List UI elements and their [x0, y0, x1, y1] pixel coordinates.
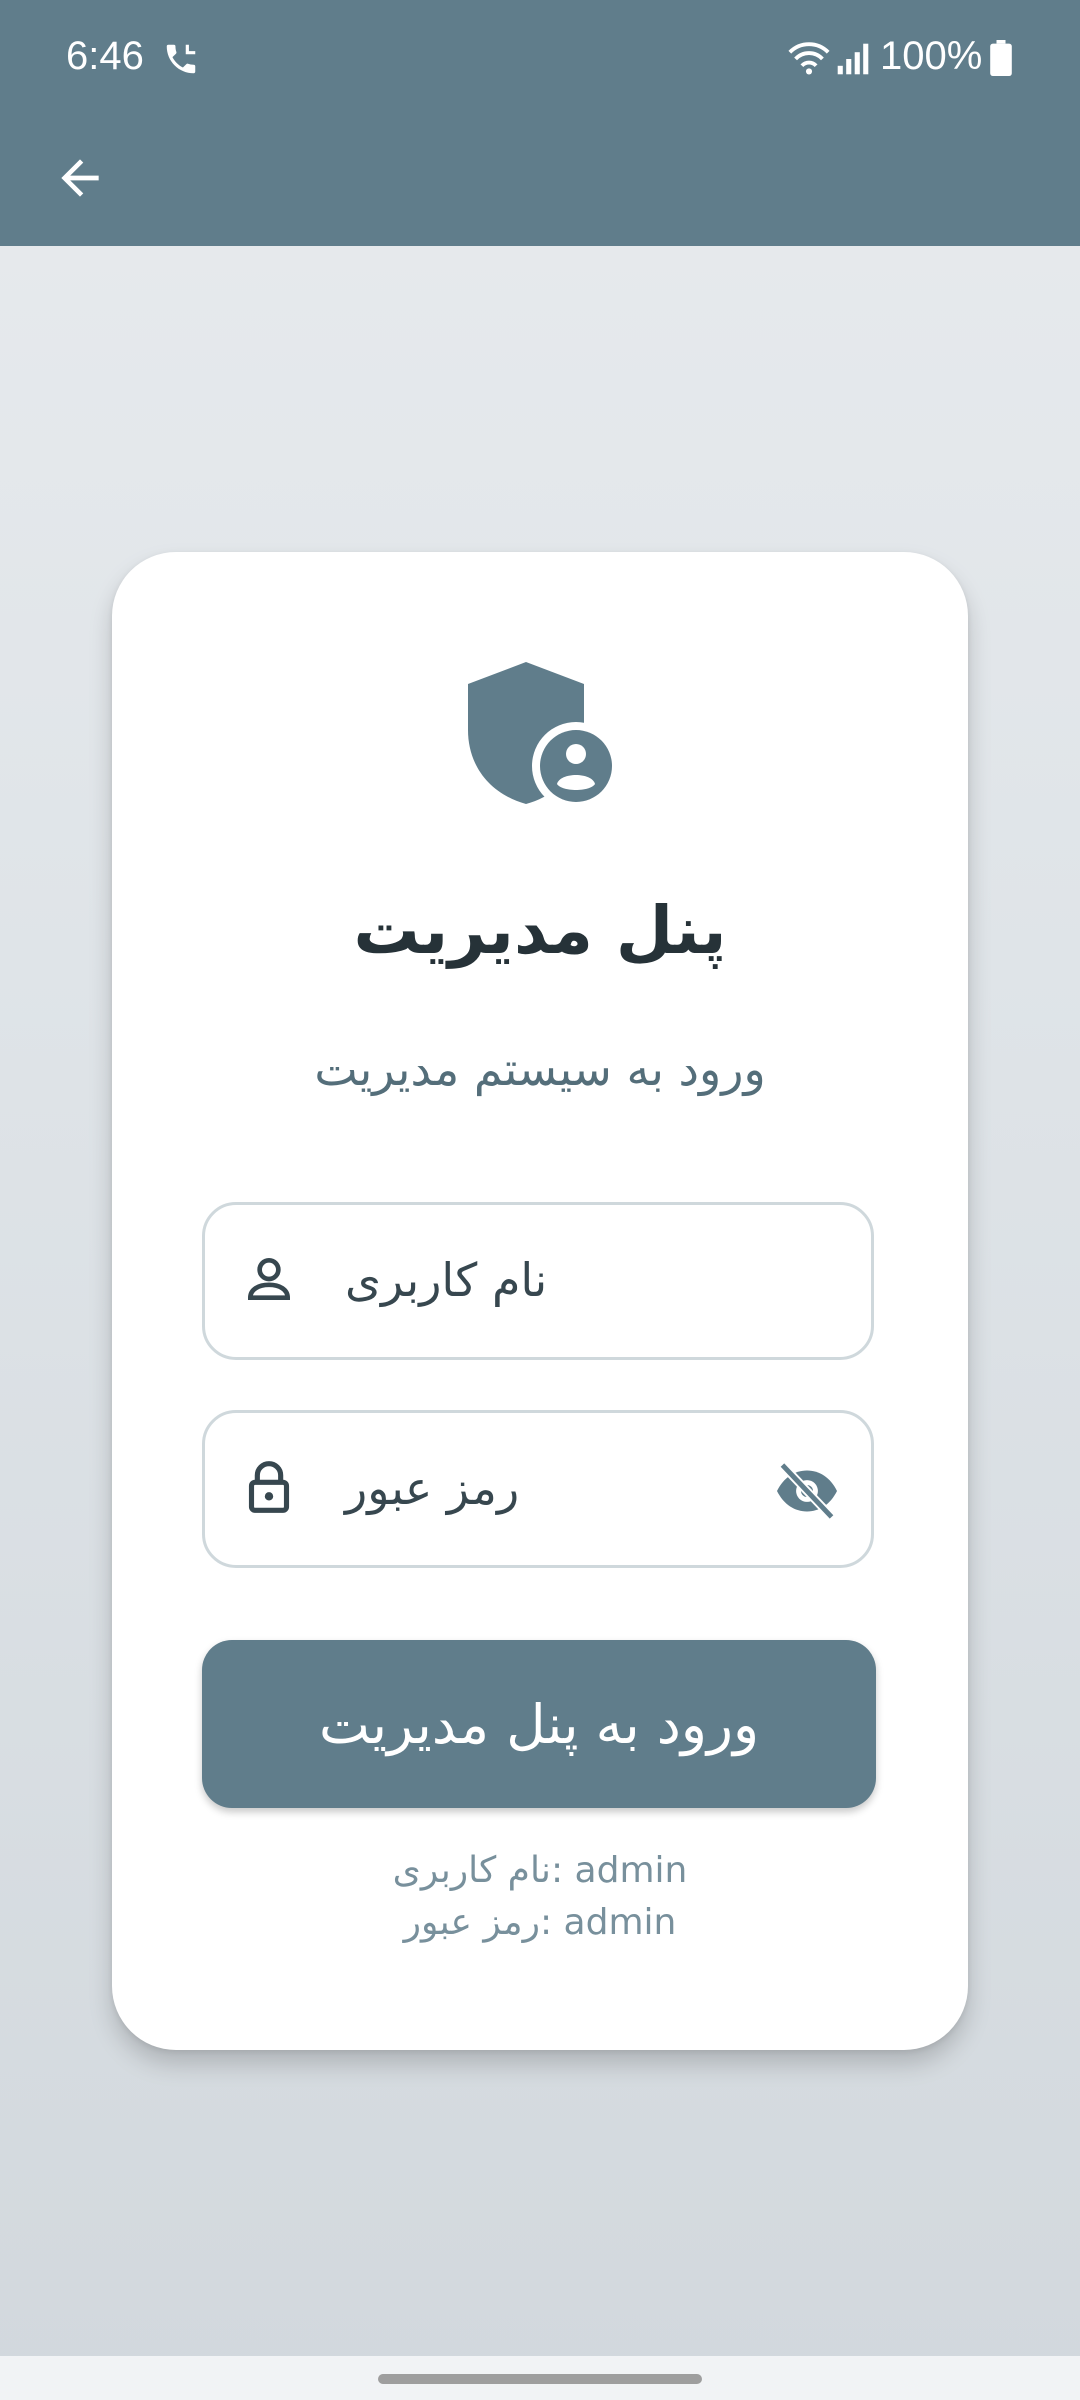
call-icon — [162, 40, 200, 78]
password-hint: رمز عبور: admin — [403, 1902, 677, 1943]
page-title: پنل مدیریت — [353, 892, 727, 969]
username-placeholder: نام کاربری — [345, 1253, 548, 1307]
person-icon — [241, 1251, 297, 1307]
battery-icon — [990, 40, 1012, 76]
arrow-back-icon — [61, 159, 99, 197]
status-bar: 6:46 100% — [0, 0, 1080, 120]
battery-percent: 100% — [880, 34, 983, 78]
signal-icon — [836, 42, 870, 76]
password-placeholder: رمز عبور — [345, 1461, 520, 1515]
app-bar — [0, 120, 1080, 246]
navigation-bar — [0, 2356, 1080, 2400]
home-indicator[interactable] — [378, 2374, 702, 2384]
login-card: پنل مدیریت ورود به سیستم مدیریت نام کارب… — [112, 552, 968, 2050]
status-time: 6:46 — [66, 34, 144, 78]
lock-icon — [241, 1459, 297, 1515]
username-hint: نام کاربری: admin — [392, 1850, 688, 1891]
wifi-icon — [786, 38, 832, 78]
page-subtitle: ورود به سیستم مدیریت — [314, 1042, 766, 1096]
back-button[interactable] — [40, 138, 120, 218]
admin-shield-icon — [468, 662, 620, 812]
login-submit-button[interactable]: ورود به پنل مدیریت — [202, 1640, 876, 1808]
password-field[interactable]: رمز عبور — [202, 1410, 874, 1568]
username-field[interactable]: نام کاربری — [202, 1202, 874, 1360]
eye-off-icon[interactable] — [773, 1461, 841, 1521]
